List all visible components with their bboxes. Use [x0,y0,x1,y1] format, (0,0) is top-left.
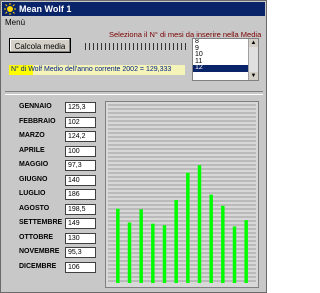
sun-icon [4,3,16,15]
month-label: GENNAIO [19,103,52,110]
bar-aprile [151,223,155,283]
month-value-field[interactable]: 186 [65,189,96,200]
month-label: GIUGNO [19,175,48,183]
month-value-field[interactable]: 102 [65,116,96,128]
menu-item[interactable]: Menù [5,17,25,29]
month-label: MAGGIO [19,161,49,168]
month-value-field[interactable]: 97,3 [65,160,96,171]
month-slider-ticks [85,43,187,50]
bar-dicembre [244,220,248,283]
month-label: NOVEMBRE [19,248,60,255]
bar-luglio [186,172,190,283]
month-value-field[interactable]: 149 [65,218,96,229]
month-value-field[interactable]: 125,3 [65,102,96,113]
yearly-mean-display: N° di Wolf Medio dell'anno corrente 2002… [9,65,185,75]
bar-febbraio [127,222,132,283]
divider [5,91,263,95]
bar-settembre [209,194,213,283]
window-title: Mean Wolf 1 [19,4,72,14]
month-value-field[interactable]: 140 [65,174,96,186]
month-value-field[interactable]: 106 [65,261,96,273]
bar-gennaio [116,208,120,283]
monthly-bar-chart [105,101,259,288]
calculate-average-button[interactable]: Calcola media [9,38,71,53]
month-label: DICEMBRE [19,262,57,270]
month-label: APRILE [19,146,45,154]
month-label: MARZO [19,132,45,139]
bar-marzo [139,209,143,283]
month-value-field[interactable]: 130 [65,232,96,244]
bar-ottobre [221,205,225,283]
month-value-field[interactable]: 198,5 [65,203,96,215]
month-label: SETTEMBRE [19,219,63,226]
month-label: AGOSTO [19,204,50,212]
yearly-mean-text: N° di Wolf Medio dell'anno corrente 2002… [11,66,172,73]
bar-maggio [162,225,167,283]
month-label: FEBBRAIO [19,117,56,125]
scroll-up-icon[interactable]: ▲ [249,39,258,47]
bar-giugno [174,199,178,283]
scroll-down-icon[interactable]: ▼ [249,72,258,80]
month-label: LUGLIO [19,190,46,197]
month-count-listbox[interactable]: 8 9 10 11 12 ▲ ▼ [192,38,259,81]
title-bar[interactable]: Mean Wolf 1 [2,2,265,16]
month-label: OTTOBRE [19,233,54,241]
month-value-field[interactable]: 124,2 [65,131,96,142]
listbox-scrollbar[interactable]: ▲ ▼ [248,39,258,80]
month-value-field[interactable]: 95,3 [65,247,96,258]
bar-agosto [197,165,202,283]
main-window: Mean Wolf 1 Menù Calcola media Seleziona… [0,0,267,293]
month-value-field[interactable]: 100 [65,145,96,157]
bar-novembre [232,226,237,283]
